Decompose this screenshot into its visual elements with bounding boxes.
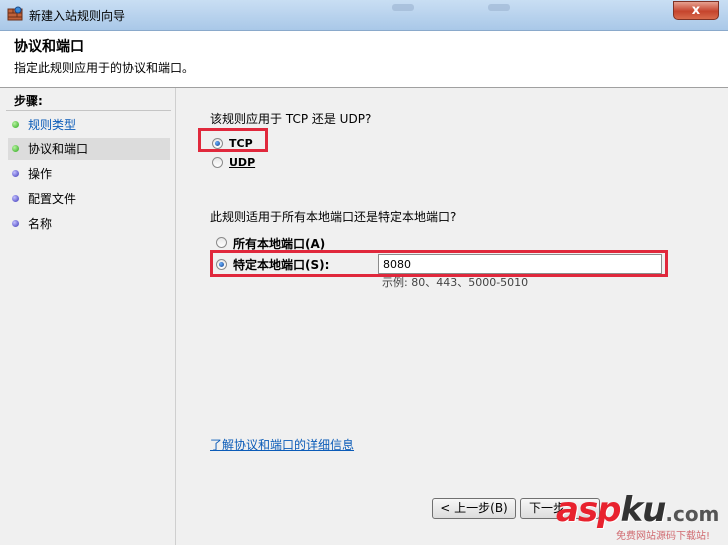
back-button[interactable]: < 上一步(B) [432,498,516,519]
wizard-content: 该规则应用于 TCP 还是 UDP? TCP UDP 此规则适用于所有本地端口还… [176,88,728,545]
protocol-question: 该规则应用于 TCP 还是 UDP? [210,112,372,126]
port-example: 示例: 80、443、5000-5010 [382,276,529,289]
step-label: 协议和端口 [28,142,89,156]
wizard-header: 协议和端口 指定此规则应用于的协议和端口。 [0,31,728,88]
watermark-text-2: ku [620,490,667,530]
step-done-icon [12,121,19,128]
port-input[interactable] [378,254,662,274]
specific-ports-radio[interactable] [216,259,227,270]
step-pending-icon [12,170,19,177]
step-label: 名称 [28,217,53,231]
all-ports-radio[interactable] [216,237,227,248]
watermark-subtitle: 免费网站源码下载站! [616,531,711,542]
udp-radio[interactable] [212,157,223,168]
step-label: 规则类型 [28,118,77,132]
background-blur [392,4,414,11]
step-pending-icon [12,195,19,202]
step-label: 配置文件 [28,192,77,206]
udp-label[interactable]: UDP [229,156,255,169]
step-current-icon [12,145,19,152]
background-blur [488,4,510,11]
ports-question: 此规则适用于所有本地端口还是特定本地端口? [210,210,457,224]
close-button[interactable]: x [673,1,719,20]
more-info-link[interactable]: 了解协议和端口的详细信息 [210,436,354,453]
firewall-icon [7,6,23,21]
site-watermark: aspku.com [556,490,719,530]
page-subtitle: 指定此规则应用于的协议和端口。 [14,61,195,75]
step-action: 操作 [8,163,170,185]
tcp-label[interactable]: TCP [229,137,253,150]
specific-ports-label[interactable]: 特定本地端口(S): [233,256,329,273]
page-title: 协议和端口 [14,39,84,55]
steps-label: 步骤: [14,94,43,108]
watermark-text: asp [556,490,622,530]
step-rule-type[interactable]: 规则类型 [8,114,170,136]
steps-divider [6,110,171,111]
step-label: 操作 [28,167,53,181]
step-protocol-and-ports[interactable]: 协议和端口 [8,138,170,160]
step-name: 名称 [8,213,170,235]
tcp-radio[interactable] [212,138,223,149]
steps-sidebar: 步骤: 规则类型 协议和端口 操作 配置文件 名称 [0,88,176,545]
title-bar: 新建入站规则向导 x [0,0,728,31]
step-pending-icon [12,220,19,227]
window-title: 新建入站规则向导 [29,9,126,23]
step-profile: 配置文件 [8,188,170,210]
watermark-domain: .com [665,502,720,526]
